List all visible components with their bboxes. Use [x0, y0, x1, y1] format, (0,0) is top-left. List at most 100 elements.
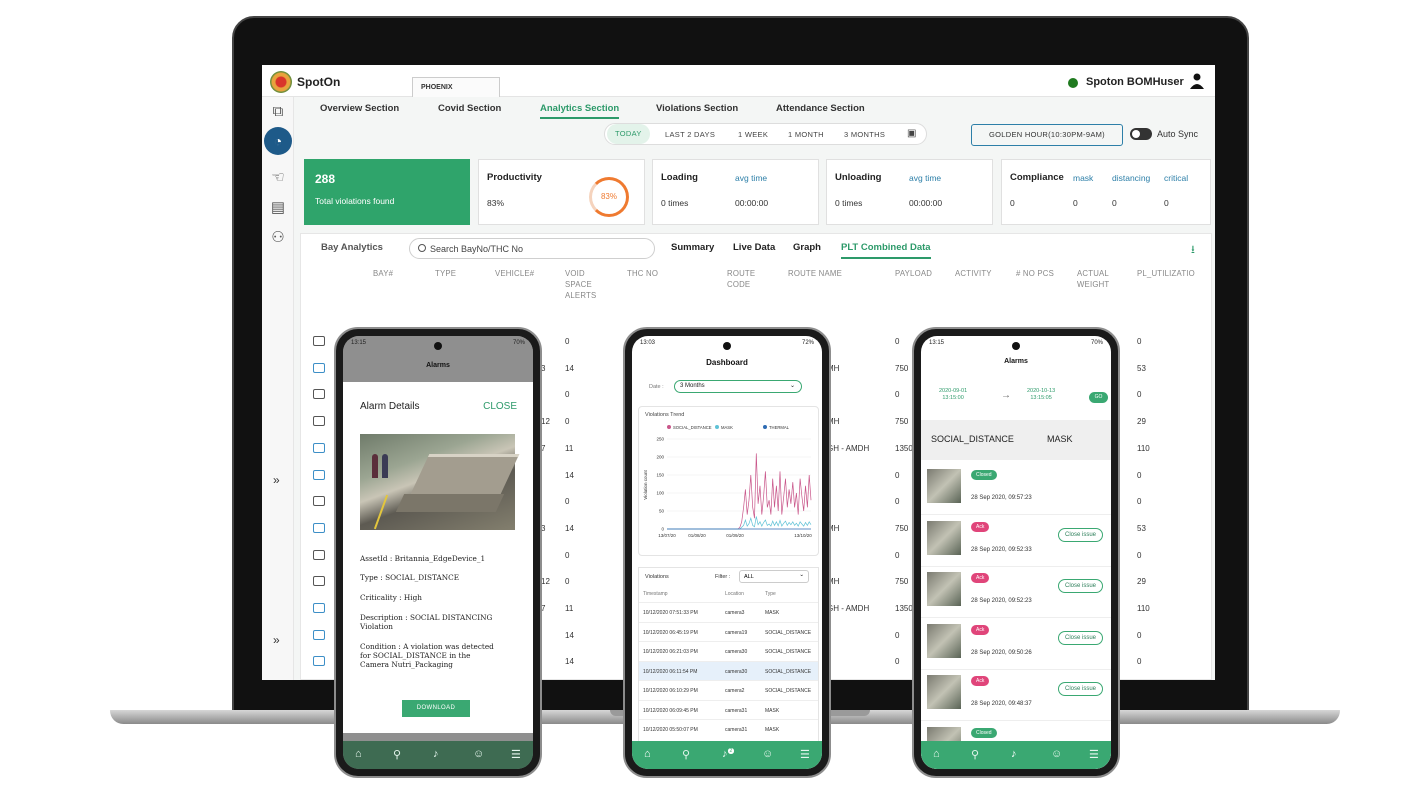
- range-last-2-days[interactable]: LAST 2 DAYS: [665, 130, 715, 139]
- col-bay[interactable]: BAY#: [373, 268, 393, 279]
- violation-row[interactable]: 10/12/2020 07:51:33 PM camera3 MASK: [639, 602, 818, 622]
- tab-graph[interactable]: Graph: [793, 242, 821, 253]
- alarm-thumbnail-image[interactable]: [927, 520, 961, 555]
- violations-card[interactable]: 288 Total violations found: [304, 159, 470, 225]
- col-void-space-alerts[interactable]: VOID SPACE ALERTS: [565, 268, 601, 301]
- home-icon[interactable]: ⌂: [355, 748, 362, 760]
- close-issue-button[interactable]: Close issue: [1057, 527, 1103, 542]
- date-select[interactable]: 3 Months ⌄: [674, 380, 802, 393]
- violation-row[interactable]: 10/12/2020 06:45:19 PM camera19 SOCIAL_DIS…: [639, 621, 818, 642]
- camera-icon[interactable]: [313, 629, 325, 640]
- from-date[interactable]: 2020-09-01 13:15:00: [939, 388, 967, 402]
- bell-icon[interactable]: ♪: [1011, 748, 1017, 760]
- hierarchy-icon[interactable]: ⚲: [393, 748, 401, 761]
- close-button[interactable]: CLOSE: [483, 401, 517, 412]
- tab-social-distance[interactable]: SOCIAL_DISTANCE: [931, 434, 1014, 444]
- hierarchy-icon[interactable]: ⚲: [971, 748, 979, 761]
- camera-icon[interactable]: [313, 336, 325, 346]
- tab-covid-section[interactable]: Covid Section: [438, 103, 501, 114]
- camera-icon[interactable]: [313, 603, 325, 613]
- camera-icon[interactable]: [313, 389, 325, 400]
- alarm-item[interactable]: Ack 28 Sep 2020, 09:52:33 Close issue: [921, 515, 1111, 567]
- violation-row[interactable]: 10/12/2020 06:21:03 PM camera30 SOCIAL_DIS…: [639, 641, 818, 661]
- col-payload[interactable]: PAYLOAD: [895, 268, 932, 279]
- camera-icon[interactable]: [313, 549, 325, 560]
- col-route-name[interactable]: ROUTE NAME: [788, 268, 842, 279]
- filter-select[interactable]: ALL ⌄: [739, 570, 809, 583]
- violation-row[interactable]: 10/12/2020 06:09:45 PM camera31 MASK: [639, 699, 818, 720]
- download-icon[interactable]: ⭳: [1191, 241, 1195, 260]
- camera-icon[interactable]: [313, 469, 325, 480]
- col-vehicle[interactable]: VEHICLE#: [495, 268, 534, 279]
- tab-violations-section[interactable]: Violations Section: [656, 103, 738, 114]
- tab-mask[interactable]: MASK: [1047, 434, 1073, 444]
- user-icon[interactable]: ☺: [473, 748, 484, 760]
- bell-icon[interactable]: ♪ 2: [722, 748, 735, 760]
- tab-plt-combined-data[interactable]: PLT Combined Data: [841, 242, 931, 259]
- dashboard-gauge-icon[interactable]: ◔: [264, 127, 292, 155]
- range-1-month[interactable]: 1 MONTH: [788, 130, 824, 139]
- alarm-item[interactable]: Ack 28 Sep 2020, 09:48:37 Close issue: [921, 670, 1111, 721]
- expand-chevron-icon[interactable]: »: [273, 633, 280, 647]
- tab-live-data[interactable]: Live Data: [733, 242, 775, 253]
- col-actual-weight[interactable]: ACTUAL WEIGHT: [1077, 268, 1117, 290]
- range-3-months[interactable]: 3 MONTHS: [844, 130, 885, 139]
- col-route-code[interactable]: ROUTE CODE: [727, 268, 761, 290]
- alarm-thumbnail-image[interactable]: [927, 572, 961, 606]
- col-type[interactable]: TYPE: [435, 268, 456, 279]
- col-no-pcs[interactable]: # NO PCS: [1016, 268, 1054, 279]
- camera-icon[interactable]: [313, 576, 325, 587]
- home-icon[interactable]: ⌂: [933, 748, 940, 760]
- download-button[interactable]: DOWNLOAD: [402, 700, 470, 717]
- alarm-thumbnail-image[interactable]: [927, 675, 961, 709]
- camera-icon[interactable]: [313, 442, 325, 453]
- alarm-item[interactable]: Ack 28 Sep 2020, 09:50:26 Close issue: [921, 618, 1111, 670]
- camera-icon[interactable]: [313, 522, 325, 533]
- tab-summary[interactable]: Summary: [671, 242, 714, 253]
- hierarchy-icon[interactable]: ⧉: [266, 101, 290, 123]
- settings-icon[interactable]: ☰: [800, 748, 810, 761]
- violation-row[interactable]: 10/12/2020 06:11:54 PM camera30 SOCIAL_DIS…: [639, 660, 818, 680]
- camera-icon[interactable]: [313, 362, 325, 373]
- violations-trend-chart[interactable]: SOCIAL_DISTANCE MASK THERMAL 250 200 150 100 50…: [639, 421, 818, 553]
- camera-icon[interactable]: [313, 656, 325, 667]
- col-activity[interactable]: ACTIVITY: [955, 268, 992, 279]
- col-pl-utilization[interactable]: PL_UTILIZATIO: [1137, 268, 1195, 279]
- hand-icon[interactable]: ☜: [266, 167, 290, 189]
- user-icon[interactable]: [1190, 73, 1204, 89]
- home-icon[interactable]: ⌂: [644, 748, 651, 760]
- group-icon[interactable]: ⚇: [266, 227, 290, 249]
- expand-chevron-icon[interactable]: »: [273, 473, 280, 487]
- user-name[interactable]: Spoton BOMHuser: [1086, 76, 1184, 88]
- to-date[interactable]: 2020-10-13 13:15:05: [1027, 388, 1055, 402]
- violation-snapshot-image[interactable]: [360, 434, 520, 530]
- tab-overview-section[interactable]: Overview Section: [320, 103, 399, 114]
- col-thc-no[interactable]: THC NO: [627, 268, 658, 279]
- alarm-item[interactable]: Ack 28 Sep 2020, 09:52:23 Close issue: [921, 567, 1111, 618]
- camera-icon[interactable]: [313, 416, 325, 427]
- user-icon[interactable]: ☺: [1051, 748, 1062, 760]
- alarm-thumbnail-image[interactable]: [927, 623, 961, 658]
- tab-analytics-section[interactable]: Analytics Section: [540, 103, 620, 119]
- go-button[interactable]: GO: [1089, 392, 1108, 403]
- bell-icon[interactable]: ♪: [433, 748, 439, 760]
- calendar-icon[interactable]: ▣: [907, 128, 917, 139]
- hierarchy-icon[interactable]: ⚲: [682, 748, 690, 761]
- settings-icon[interactable]: ☰: [1089, 748, 1099, 761]
- camera-icon[interactable]: [313, 496, 325, 507]
- range-1-week[interactable]: 1 WEEK: [738, 130, 768, 139]
- golden-hour-button[interactable]: GOLDEN HOUR(10:30PM-9AM): [971, 124, 1123, 146]
- close-issue-button[interactable]: Close issue: [1057, 630, 1103, 645]
- user-icon[interactable]: ☺: [762, 748, 773, 760]
- search-input[interactable]: Search BayNo/THC No: [409, 238, 655, 259]
- violation-row[interactable]: 10/12/2020 05:50:07 PM camera31 MASK: [639, 719, 818, 739]
- auto-sync-toggle[interactable]: [1130, 128, 1152, 140]
- range-today[interactable]: TODAY: [607, 124, 650, 144]
- alarm-thumbnail-image[interactable]: [927, 469, 961, 503]
- settings-icon[interactable]: ☰: [511, 748, 521, 761]
- building-icon[interactable]: ▤: [266, 197, 290, 219]
- alarm-item[interactable]: Closed 28 Sep 2020, 09:57:23: [921, 464, 1111, 515]
- violation-row[interactable]: 10/12/2020 06:10:29 PM camera2 SOCIAL_DIST…: [639, 680, 818, 700]
- workspace-tab[interactable]: PHOENIX: [412, 77, 500, 97]
- tab-attendance-section[interactable]: Attendance Section: [776, 103, 865, 114]
